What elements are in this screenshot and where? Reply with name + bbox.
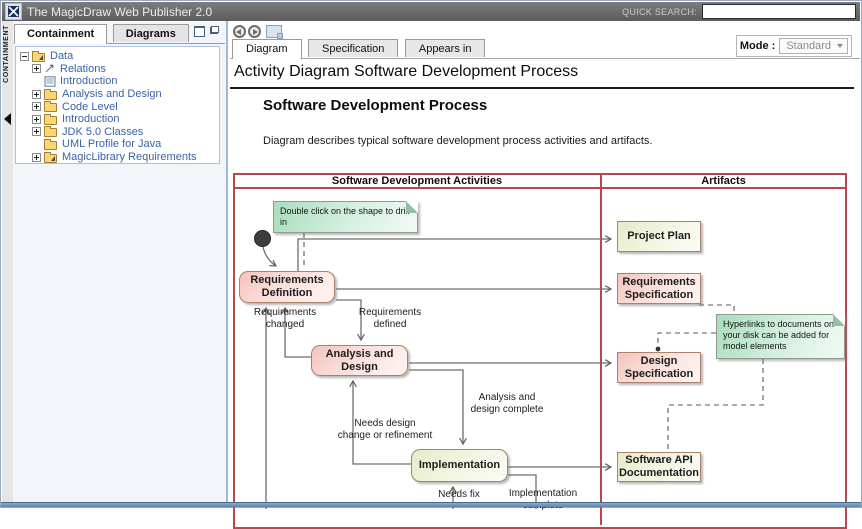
activity-analysis-and-design[interactable]: Analysis and Design — [311, 345, 408, 376]
edge-label-analysis-design-complete: Analysis and design complete — [463, 392, 551, 416]
edge-label-needs-fix: Needs fix — [433, 489, 485, 501]
artifact-requirements-specification[interactable]: Requirements Specification — [617, 273, 701, 304]
activity-requirements-definition[interactable]: Requirements Definition — [239, 271, 335, 303]
activity-implementation[interactable]: Implementation — [411, 449, 508, 482]
window-bottom-border — [1, 502, 861, 507]
artifact-project-plan[interactable]: Project Plan — [617, 221, 701, 252]
note-hyperlinks: Hyperlinks to documents on your disk can… — [716, 314, 845, 359]
swimlane-divider — [600, 173, 602, 525]
edge-label-implementation-complete: Implementation complete — [507, 488, 579, 512]
initial-node — [254, 230, 271, 247]
tab-diagram[interactable]: Diagram — [232, 39, 302, 59]
note-drill-in: Double click on the shape to drill in — [273, 201, 418, 233]
tab-containment[interactable]: Containment — [14, 24, 107, 44]
swimlane-header-activities: Software Development Activities — [235, 175, 599, 187]
swimlane-header-artifacts: Artifacts — [602, 175, 845, 187]
edge-label-needs-design-change: Needs design change or refinement — [337, 418, 433, 442]
edge-label-requirements-defined: Requirements defined — [356, 307, 424, 331]
artifact-design-specification[interactable]: Design Specification — [617, 352, 701, 383]
activity-diagram: Software Development Activities Artifact… — [1, 1, 862, 509]
artifact-software-api-documentation[interactable]: Software API Documentation — [617, 452, 701, 482]
edge-label-requirements-changed: Requirements changed — [249, 307, 321, 331]
app-window: The MagicDraw Web Publisher 2.0 QUICK SE… — [0, 0, 862, 508]
swimlane-header-divider — [233, 187, 847, 189]
